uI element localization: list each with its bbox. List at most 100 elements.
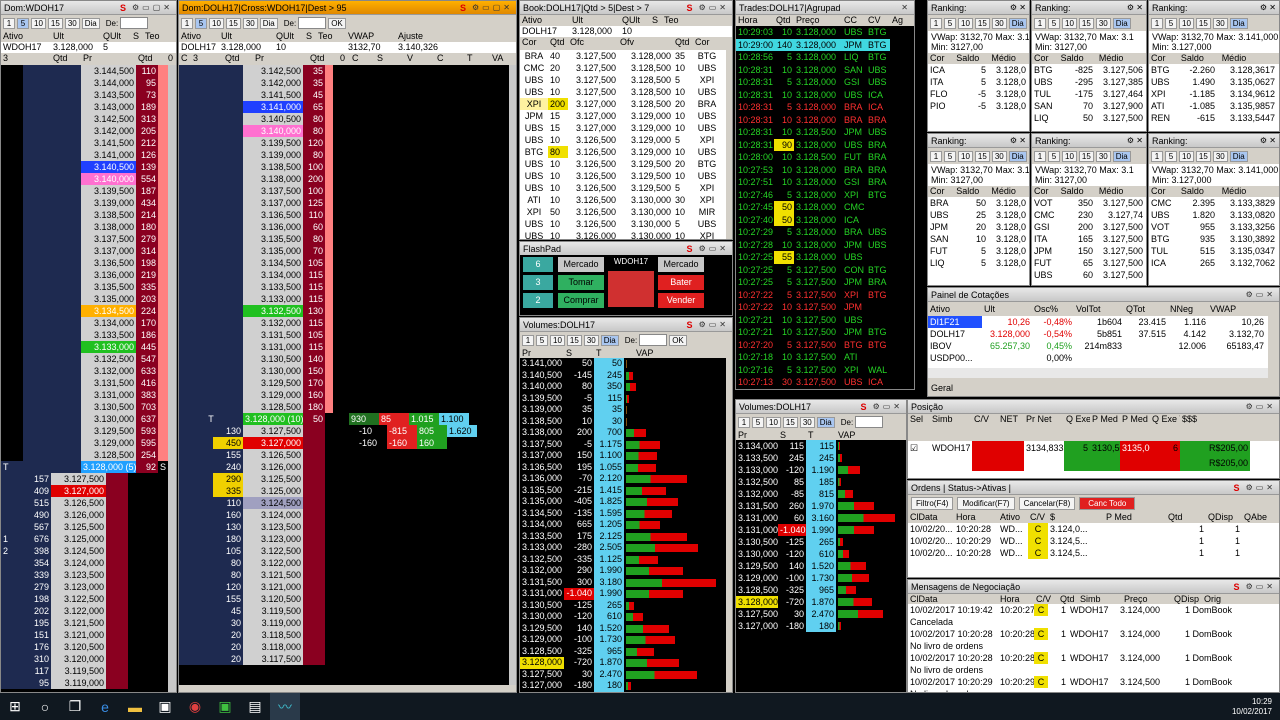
period-button-5[interactable]: 5 <box>1048 150 1060 162</box>
comprar-button[interactable]: Comprar <box>558 293 604 308</box>
ladder-row[interactable]: 3.138,500 100 <box>179 161 509 173</box>
window-controls-icon[interactable]: ⚙▭✕ <box>1246 582 1276 591</box>
window-controls-icon[interactable]: ⚙ ✕ <box>1010 3 1026 12</box>
ladder-row[interactable]: 117 3.119,500 <box>1 665 168 677</box>
period-button-15[interactable]: 15 <box>566 334 582 346</box>
date-input[interactable] <box>855 416 884 428</box>
ranking-titlebar[interactable]: Ranking: ⚙ ✕ <box>1032 1 1146 15</box>
ladder-row[interactable]: 3.130,500 703 <box>1 401 168 413</box>
ladder-price[interactable]: 3.125,500 <box>51 521 106 533</box>
period-button-10[interactable]: 10 <box>1179 150 1194 162</box>
ladder-price[interactable]: 3.141,500 <box>243 89 303 101</box>
ladder-price[interactable]: 3.137,500 <box>243 185 303 197</box>
trades-window[interactable]: Trades:DOLH17|Agrupad ✕ Hora Qtd Preço CC CV… <box>735 0 915 390</box>
ladder-row[interactable]: 198 3.122,500 <box>1 593 168 605</box>
ladder-row[interactable]: 3.140,000 80 <box>179 125 509 137</box>
ladder-row[interactable]: 3.131,000 383 <box>1 389 168 401</box>
search-icon[interactable]: ○ <box>30 693 60 720</box>
ladder-price[interactable]: 3.127,000 <box>51 485 106 497</box>
ranking-window[interactable]: Ranking: ⚙ ✕ 1 5 10 15 30 Dia VWap: 3132,70 Max:… <box>1031 133 1147 286</box>
ladder-price[interactable]: 3.138,500 <box>81 209 136 221</box>
ladder-price[interactable]: 3.132,000 <box>243 317 303 329</box>
window-controls-icon[interactable]: ⚙ ✕ <box>1260 136 1276 145</box>
ladder-price[interactable]: 3.117,500 <box>243 653 303 665</box>
book-titlebar[interactable]: Book:DOLH17|Qtd > 5|Dest > 7 S ⚙▭✕ <box>520 1 732 15</box>
dom1-scrollbar[interactable] <box>168 65 176 692</box>
ladder-price[interactable]: 3.120,000 <box>51 653 106 665</box>
ladder-price[interactable]: 3.138,000 <box>81 221 136 233</box>
ladder-price[interactable]: 3.129,000 <box>81 437 136 449</box>
ladder-row[interactable]: 130 3.123,500 <box>179 521 509 533</box>
ladder-row[interactable]: 3.130,000 637 <box>1 413 168 425</box>
ladder-row[interactable]: 105 3.122,500 <box>179 545 509 557</box>
period-button-5[interactable]: 5 <box>944 150 956 162</box>
ladder-price[interactable]: 3.136,000 <box>81 269 136 281</box>
ladder-price[interactable]: 3.122,000 <box>243 557 303 569</box>
ladder-price[interactable]: 3.136,500 <box>243 209 303 221</box>
ladder-row[interactable]: 157 3.127,500 <box>1 473 168 485</box>
period-button-15[interactable]: 15 <box>1195 150 1211 162</box>
mensagens-titlebar[interactable]: Mensagens de Negociação S ⚙▭✕ <box>908 580 1279 594</box>
modificar-button[interactable]: Modificar(F7) <box>957 497 1015 510</box>
ladder-price[interactable]: 3.141,000 <box>81 149 136 161</box>
ladder-row[interactable]: 3.142,500 35 <box>179 65 509 77</box>
windows-start-icon[interactable]: ⊞ <box>0 693 30 720</box>
last-trade-row[interactable]: T 3.128,000 (10) 50 930 85 1.015 1.100 <box>179 413 509 425</box>
period-button-30[interactable]: 30 <box>1212 150 1228 162</box>
book-row[interactable]: ATI 10 3.126,500 3.130,000 30 XPI <box>520 194 726 206</box>
period-button-5[interactable]: 5 <box>944 17 956 29</box>
period-button-15[interactable]: 15 <box>782 416 798 428</box>
ladder-price[interactable]: 3.136,500 <box>81 257 136 269</box>
ladder-row[interactable]: 3.130,500 140 <box>179 353 509 365</box>
tomar-button[interactable]: Tomar <box>558 275 604 290</box>
ladder-price[interactable]: 3.125,000 <box>51 533 106 545</box>
ladder-row[interactable]: 3.140,500 80 <box>179 113 509 125</box>
ladder-row[interactable]: 160 3.124,000 <box>179 509 509 521</box>
period-button-10[interactable]: 10 <box>31 17 46 29</box>
ladder-row[interactable]: 3.134,500 224 <box>1 305 168 317</box>
last-trade-row[interactable]: T 3.128,000 (5) 92 S <box>1 461 168 473</box>
ladder-row[interactable]: 3.142,000 35 <box>179 77 509 89</box>
ladder-row[interactable]: 3.133,500 186 <box>1 329 168 341</box>
book-row[interactable]: XPI 200 3.127,000 3.128,500 20 BRA <box>520 98 726 110</box>
ladder-price[interactable]: 3.125,000 <box>243 485 303 497</box>
ladder-row[interactable]: 3.131,500 416 <box>1 377 168 389</box>
period-button-30[interactable]: 30 <box>1095 17 1111 29</box>
trading-app-icon[interactable]: 〰 <box>270 693 300 720</box>
ladder-price[interactable]: 3.126,500 <box>51 497 106 509</box>
ranking-titlebar[interactable]: Ranking: ⚙ ✕ <box>928 134 1029 148</box>
ranking-window[interactable]: Ranking: ⚙ ✕ 1 5 10 15 30 Dia VWap: 3132,70 Max:… <box>1148 133 1280 286</box>
ladder-price[interactable]: 3.137,000 <box>81 245 136 257</box>
ladder-row[interactable]: 450 3.127,000 -160 -160 160 <box>179 437 509 449</box>
period-button-5[interactable]: 5 <box>536 334 548 346</box>
ladder-price[interactable]: 3.144,000 <box>81 77 136 89</box>
ladder-price[interactable]: 3.142,000 <box>81 125 136 137</box>
volumes1-window[interactable]: Volumes:DOLH17 S ⚙▭✕ 1 5 10 15 30 Dia De: OK Pr… <box>519 317 733 693</box>
qty-button-1[interactable]: 6 <box>523 257 553 272</box>
ladder-price[interactable]: 3.121,000 <box>51 629 106 641</box>
ordem-row[interactable]: 10/02/20... 10:20:29 WD... C 3.124,5... 1 1 <box>908 535 1279 547</box>
mercado-sell-button[interactable]: Mercado <box>658 257 704 272</box>
ladder-price[interactable]: 3.122,000 <box>51 605 106 617</box>
ladder-price[interactable]: 3.133,000 <box>81 341 136 353</box>
ladder-price[interactable]: 3.132,000 <box>81 365 136 377</box>
ladder-price[interactable]: 3.131,500 <box>81 377 136 389</box>
period-button-1[interactable]: 1 <box>181 17 193 29</box>
ladder-price[interactable]: 3.126,500 <box>243 449 303 461</box>
period-button-10[interactable]: 10 <box>1062 17 1077 29</box>
ladder-price[interactable]: 3.139,000 <box>81 197 136 209</box>
ladder-price[interactable]: 3.133,500 <box>81 329 136 341</box>
ranking-titlebar[interactable]: Ranking: ⚙ ✕ <box>1032 134 1146 148</box>
cotacao-row[interactable]: IBOV 65.257,30 0,45% 214m833 12.006 65183,47 <box>928 340 1268 352</box>
last-price[interactable]: 3.128,000 (10) <box>243 413 303 425</box>
ladder-row[interactable]: 490 3.126,000 <box>1 509 168 521</box>
dom2-titlebar[interactable]: Dom:DOLH17|Cross:WDOH17|Dest > 95 S ⚙▭▢✕ <box>179 1 516 15</box>
ladder-row[interactable]: 45 3.119,500 <box>179 605 509 617</box>
task-view-icon[interactable]: ❐ <box>60 693 90 720</box>
period-button-30[interactable]: 30 <box>799 416 815 428</box>
ranking-titlebar[interactable]: Ranking: ⚙ ✕ <box>1149 134 1279 148</box>
ladder-price[interactable]: 3.139,000 <box>243 149 303 161</box>
ladder-row[interactable]: 3.132,500 130 <box>179 305 509 317</box>
window-controls-icon[interactable]: ⚙ ✕ <box>1260 3 1276 12</box>
ladder-price[interactable]: 3.129,500 <box>243 377 303 389</box>
